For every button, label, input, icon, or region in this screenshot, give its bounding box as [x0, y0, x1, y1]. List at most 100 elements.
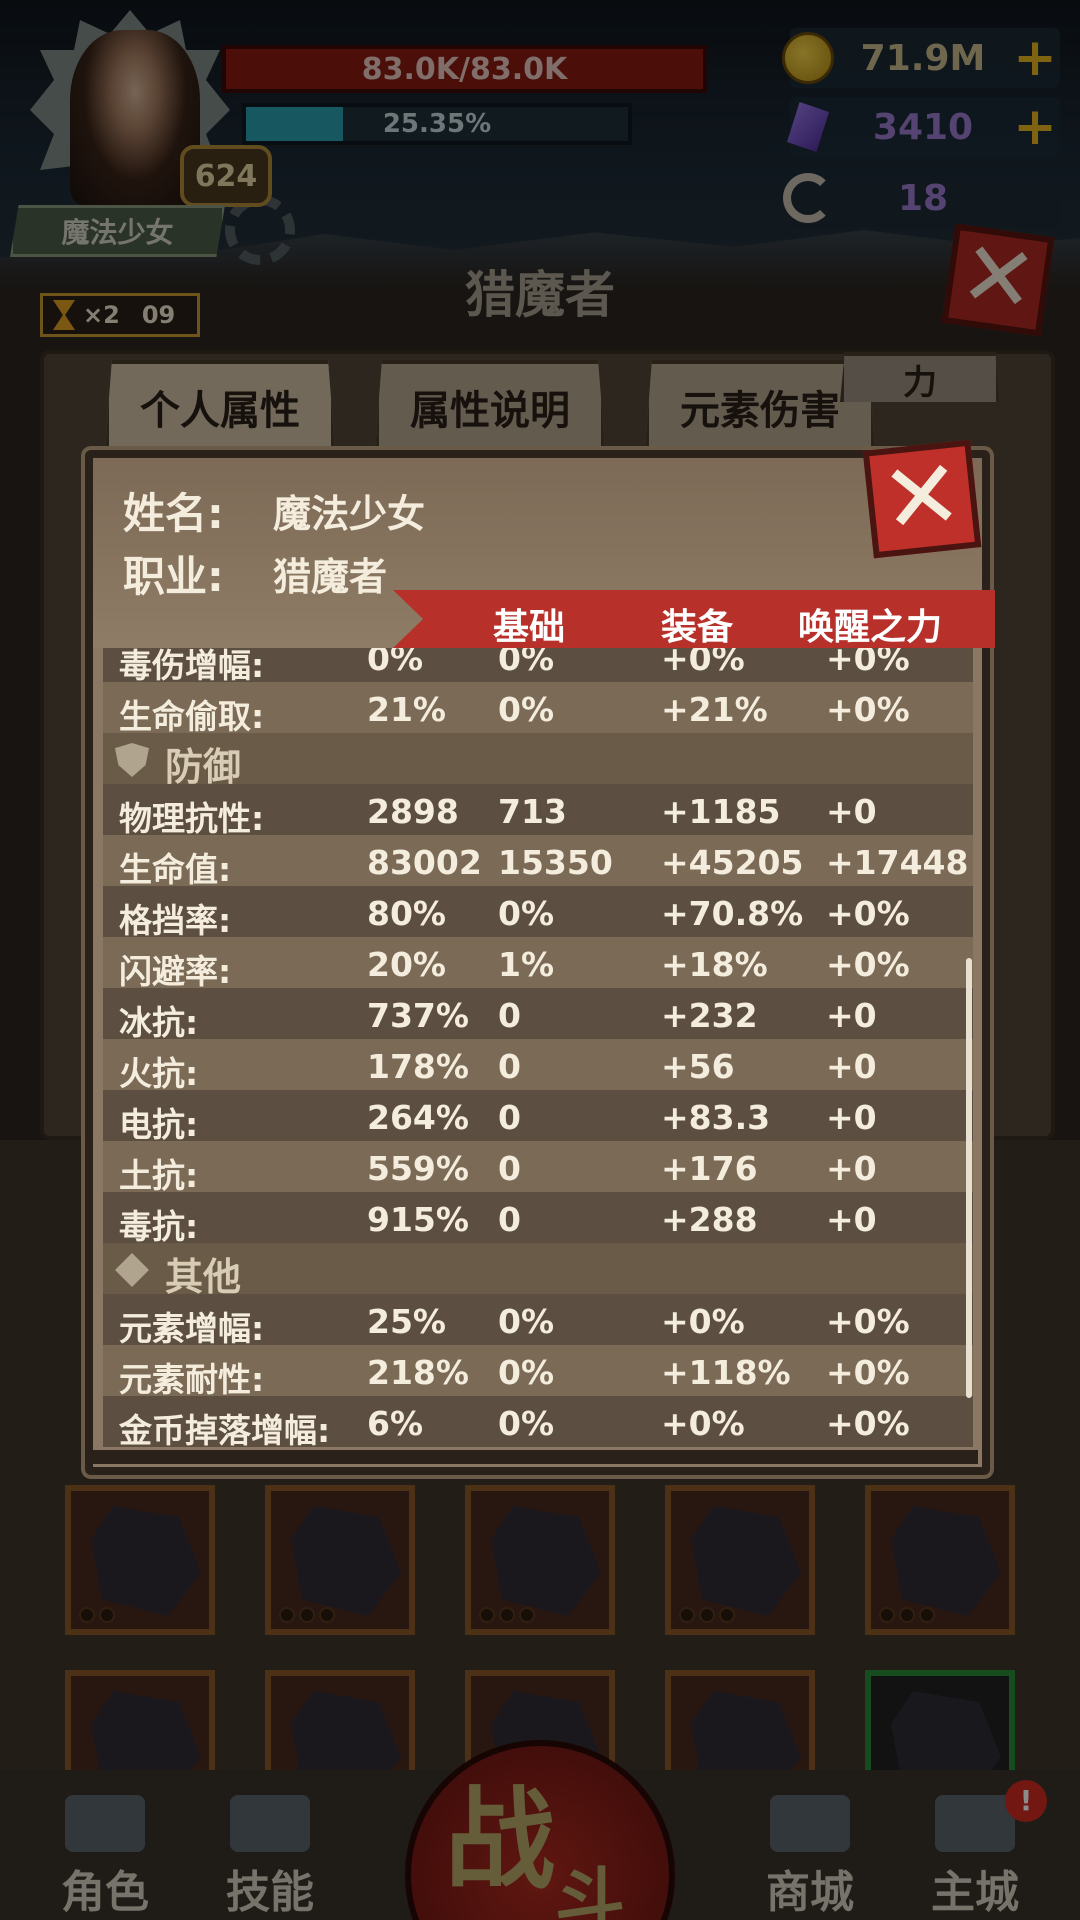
stats-scrollbar[interactable] [966, 958, 972, 1398]
stat-label: 物理抗性: [119, 799, 265, 838]
stat-awaken: +0% [826, 894, 910, 933]
stat-label: 生命值: [119, 850, 232, 889]
stat-awaken: +0% [826, 945, 910, 984]
stat-base: 0% [498, 894, 555, 933]
stat-label: 元素耐性: [119, 1360, 265, 1399]
stat-row: 元素耐性: 218% 0% +118% +0% [103, 1345, 973, 1399]
stat-total: 80% [367, 894, 446, 933]
stat-awaken: +0 [826, 1200, 877, 1239]
stat-equip: +0% [661, 1302, 745, 1341]
modal-bottom-border [93, 1450, 978, 1464]
stat-awaken: +0 [826, 1149, 877, 1188]
stat-label: 电抗: [119, 1105, 199, 1144]
stat-base: 0 [498, 1098, 521, 1137]
class-value: 猎魔者 [273, 555, 388, 599]
stat-awaken: +0% [826, 690, 910, 729]
stat-total: 21% [367, 690, 446, 729]
stat-total: 178% [367, 1047, 469, 1086]
stat-base: 0% [498, 1353, 555, 1392]
stat-row: 格挡率: 80% 0% +70.8% +0% [103, 886, 973, 940]
stat-base: 15350 [498, 843, 613, 882]
stat-total: 0% [367, 648, 424, 678]
stat-equip: +83.3 [661, 1098, 771, 1137]
diamond-icon [115, 1253, 149, 1287]
stat-row: 物理抗性: 2898 713 +1185 +0 [103, 784, 973, 838]
stat-total: 915% [367, 1200, 469, 1239]
stat-equip: +56 [661, 1047, 735, 1086]
stat-base: 0 [498, 1047, 521, 1086]
stat-equip: +1185 [661, 792, 781, 831]
stat-total: 20% [367, 945, 446, 984]
stat-label: 火抗: [119, 1054, 199, 1093]
stat-base: 1% [498, 945, 555, 984]
stat-row: 电抗: 264% 0 +83.3 +0 [103, 1090, 973, 1144]
stat-total: 83002 [367, 843, 482, 882]
stat-awaken: +0% [826, 1353, 910, 1392]
stat-row: 毒伤增幅: 0% 0% +0% +0% [103, 648, 973, 685]
section-label: 其他 [165, 1255, 242, 1299]
stat-total: 737% [367, 996, 469, 1035]
stat-base: 0 [498, 996, 521, 1035]
stat-base: 0 [498, 1200, 521, 1239]
shield-icon [115, 743, 149, 777]
stat-awaken: +0 [826, 1047, 877, 1086]
stat-equip: +0% [661, 1404, 745, 1443]
stat-label: 金币掉落增幅: [119, 1411, 331, 1450]
stat-total: 559% [367, 1149, 469, 1188]
stat-row: 毒抗: 915% 0 +288 +0 [103, 1192, 973, 1246]
column-awaken: 唤醒之力 [798, 607, 943, 648]
column-header-banner: 基础 装备 唤醒之力 [393, 590, 995, 648]
stat-row: 火抗: 178% 0 +56 +0 [103, 1039, 973, 1093]
stats-table[interactable]: 毒伤增幅: 0% 0% +0% +0% 生命偷取: 21% 0% +21% +0% 防御 物理抗性: 2… [103, 648, 973, 1460]
stat-row: 土抗: 559% 0 +176 +0 [103, 1141, 973, 1195]
name-label: 姓名: [123, 489, 224, 538]
section-label: 防御 [165, 745, 242, 789]
stat-base: 0 [498, 1149, 521, 1188]
stat-equip: +118% [661, 1353, 791, 1392]
stat-awaken: +17448 [826, 843, 969, 882]
stat-awaken: +0 [826, 1098, 877, 1137]
stat-awaken: +0% [826, 1302, 910, 1341]
stat-row: 冰抗: 737% 0 +232 +0 [103, 988, 973, 1042]
class-row: 职业: 猎魔者 [123, 543, 387, 604]
section-header: 其他 [103, 1243, 973, 1299]
stat-label: 元素增幅: [119, 1309, 265, 1348]
stat-equip: +0% [661, 648, 745, 678]
stat-total: 218% [367, 1353, 469, 1392]
stat-awaken: +0 [826, 996, 877, 1035]
column-equipment: 装备 [661, 607, 734, 648]
stat-equip: +176 [661, 1149, 758, 1188]
stat-base: 713 [498, 792, 567, 831]
stat-label: 毒抗: [119, 1207, 199, 1246]
stat-base: 0% [498, 690, 555, 729]
stat-total: 264% [367, 1098, 469, 1137]
stat-label: 格挡率: [119, 901, 232, 940]
stat-label: 闪避率: [119, 952, 232, 991]
stat-equip: +18% [661, 945, 768, 984]
class-label: 职业: [123, 552, 224, 601]
stat-equip: +288 [661, 1200, 758, 1239]
stat-base: 0% [498, 648, 555, 678]
stat-awaken: +0% [826, 1404, 910, 1443]
stat-equip: +232 [661, 996, 758, 1035]
stat-base: 0% [498, 1404, 555, 1443]
stat-row: 生命值: 83002 15350 +45205 +17448 [103, 835, 973, 889]
stat-total: 25% [367, 1302, 446, 1341]
name-value: 魔法少女 [273, 492, 426, 536]
stat-row: 元素增幅: 25% 0% +0% +0% [103, 1294, 973, 1348]
stat-total: 2898 [367, 792, 459, 831]
stat-row: 闪避率: 20% 1% +18% +0% [103, 937, 973, 991]
section-header: 防御 [103, 733, 973, 789]
close-modal-button[interactable]: ✕ [862, 437, 982, 559]
stat-total: 6% [367, 1404, 424, 1443]
column-base: 基础 [493, 607, 566, 648]
stat-base: 0% [498, 1302, 555, 1341]
stat-equip: +21% [661, 690, 768, 729]
stat-row: 生命偷取: 21% 0% +21% +0% [103, 682, 973, 736]
name-row: 姓名: 魔法少女 [123, 480, 425, 541]
stat-row: 金币掉落增幅: 6% 0% +0% +0% [103, 1396, 973, 1450]
stat-equip: +70.8% [661, 894, 804, 933]
stat-label: 冰抗: [119, 1003, 199, 1042]
stat-label: 生命偷取: [119, 697, 265, 736]
stat-awaken: +0 [826, 792, 877, 831]
